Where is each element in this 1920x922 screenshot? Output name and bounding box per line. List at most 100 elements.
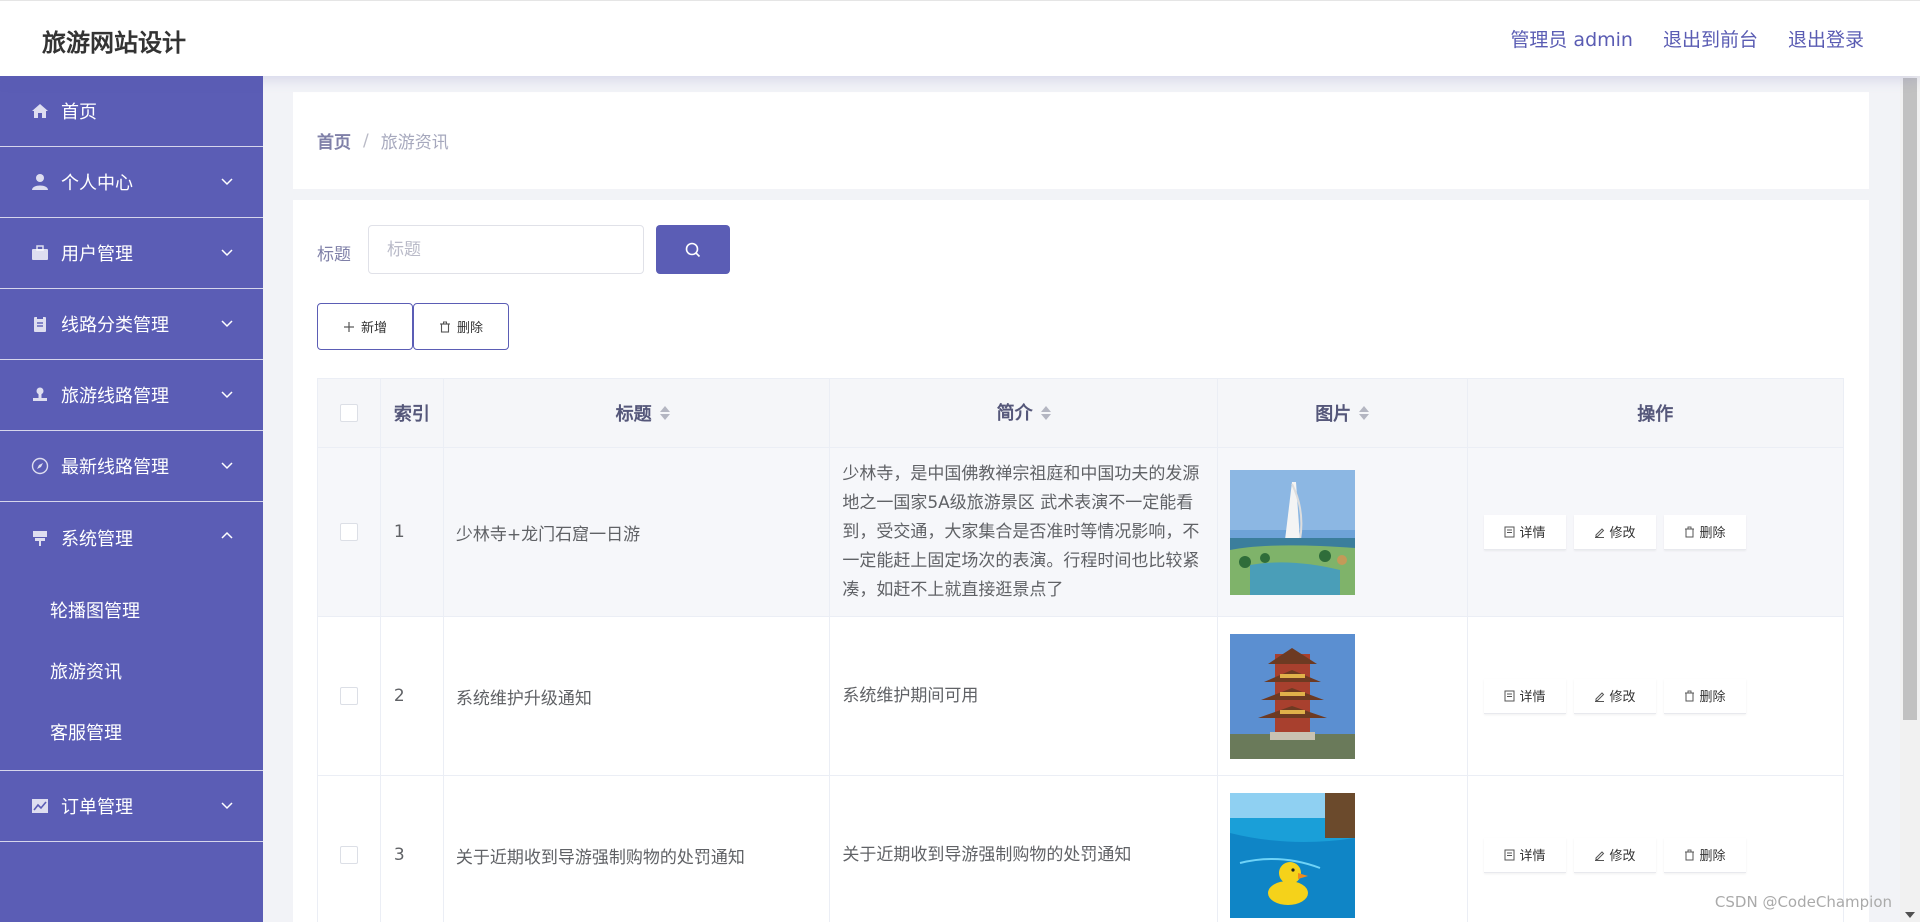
breadcrumb-separator: /	[363, 130, 369, 151]
search-label: 标题	[317, 245, 351, 265]
sort-icon[interactable]	[1359, 406, 1370, 420]
header-ops: 操作	[1637, 404, 1674, 425]
detail-button[interactable]: 详情	[1483, 678, 1566, 714]
table-header: 索引 标题 简介 图片 操作	[318, 379, 1843, 448]
page-scrollbar[interactable]	[1900, 76, 1920, 922]
row-title: 关于近期收到导游强制购物的处罚通知	[444, 776, 831, 922]
sidebar-item-order-management[interactable]: 订单管理	[0, 771, 263, 842]
table-row: 3 关于近期收到导游强制购物的处罚通知 关于近期收到导游强制购物的处罚通知 详情…	[318, 776, 1843, 922]
sidebar-subitem-customer-service[interactable]: 客服管理	[0, 701, 263, 762]
row-image-cell	[1218, 776, 1468, 922]
row-check-cell	[318, 617, 381, 775]
edit-button[interactable]: 修改	[1573, 678, 1656, 714]
thumbnail-image[interactable]	[1229, 469, 1355, 595]
sidebar-item-route-category[interactable]: 线路分类管理	[0, 289, 263, 360]
system-submenu: 轮播图管理 旅游资讯 客服管理	[0, 573, 263, 771]
sidebar-item-travel-route[interactable]: 旅游线路管理	[0, 360, 263, 431]
document-icon	[1504, 526, 1514, 537]
clipboard-icon	[30, 314, 50, 334]
search-button[interactable]	[656, 225, 730, 274]
news-table: 索引 标题 简介 图片 操作 1 少林寺+龙门石窟一日游 少林寺，是中国佛教禅宗…	[317, 378, 1844, 922]
row-desc: 关于近期收到导游强制购物的处罚通知	[830, 776, 1218, 922]
document-icon	[1504, 849, 1514, 860]
row-delete-button[interactable]: 删除	[1663, 514, 1746, 550]
sort-icon[interactable]	[1040, 406, 1051, 420]
scroll-down-arrow-icon[interactable]	[1905, 912, 1915, 918]
main-panel: 标题 新增 删除 索引 标题 简介 图片 操作	[293, 200, 1869, 922]
row-check-cell	[318, 448, 381, 616]
row-delete-button[interactable]: 删除	[1663, 837, 1746, 873]
header-desc[interactable]: 简介	[830, 379, 1218, 447]
header-title[interactable]: 标题	[444, 379, 831, 447]
add-button[interactable]: 新增	[317, 303, 413, 350]
sidebar-item-user-management[interactable]: 用户管理	[0, 218, 263, 289]
edit-icon	[1594, 691, 1604, 702]
app-title: 旅游网站设计	[42, 29, 186, 57]
row-desc: 系统维护期间可用	[830, 617, 1218, 775]
sidebar-item-home[interactable]: 首页	[0, 76, 263, 147]
select-all-checkbox[interactable]	[339, 404, 358, 422]
watermark: CSDN @CodeChampion	[1714, 893, 1892, 911]
edit-button[interactable]: 修改	[1573, 514, 1656, 550]
signpost-icon	[30, 528, 50, 548]
edit-button[interactable]: 修改	[1573, 837, 1656, 873]
select-all-cell	[318, 379, 381, 447]
detail-label: 详情	[1519, 849, 1546, 864]
row-ops: 详情 修改 删除	[1468, 448, 1844, 616]
row-index: 1	[381, 448, 444, 616]
trash-icon	[439, 321, 450, 333]
breadcrumb-current: 旅游资讯	[380, 133, 449, 153]
detail-label: 详情	[1519, 690, 1546, 705]
thumbnail-image[interactable]	[1229, 633, 1355, 759]
header-desc-label: 简介	[996, 402, 1033, 424]
sidebar-item-system-management[interactable]: 系统管理	[0, 502, 263, 573]
row-checkbox[interactable]	[339, 846, 358, 864]
add-button-label: 新增	[360, 321, 387, 336]
briefcase-icon	[30, 243, 50, 263]
compass-icon	[30, 456, 50, 476]
thumbnail-image[interactable]	[1229, 792, 1355, 918]
table-row: 2 系统维护升级通知 系统维护期间可用 详情 修改 删除	[318, 617, 1843, 776]
top-header: 旅游网站设计 管理员 admin 退出到前台 退出登录	[0, 0, 1920, 76]
exit-to-frontend-link[interactable]: 退出到前台	[1663, 25, 1758, 52]
top-links: 管理员 admin 退出到前台 退出登录	[1510, 25, 1864, 52]
table-row: 1 少林寺+龙门石窟一日游 少林寺，是中国佛教禅宗祖庭和中国功夫的发源地之一国家…	[318, 448, 1843, 617]
delete-button[interactable]: 删除	[413, 303, 509, 350]
breadcrumb: 首页 / 旅游资讯	[293, 92, 1869, 189]
row-image-cell	[1218, 617, 1468, 775]
search-input[interactable]	[368, 225, 644, 274]
detail-label: 详情	[1519, 526, 1546, 541]
header-image[interactable]: 图片	[1218, 379, 1468, 447]
user-icon	[30, 172, 50, 192]
row-checkbox[interactable]	[339, 523, 358, 541]
sidebar-item-personal-center[interactable]: 个人中心	[0, 147, 263, 218]
admin-user-link[interactable]: 管理员 admin	[1510, 25, 1633, 52]
chevron-down-icon	[221, 802, 233, 810]
scrollbar-thumb[interactable]	[1903, 78, 1917, 720]
logout-link[interactable]: 退出登录	[1788, 25, 1864, 52]
sidebar-subitem-carousel[interactable]: 轮播图管理	[0, 579, 263, 640]
delete-label: 删除	[1699, 526, 1726, 541]
detail-button[interactable]: 详情	[1483, 837, 1566, 873]
delete-label: 删除	[1699, 849, 1726, 864]
document-icon	[1504, 690, 1514, 701]
row-index: 3	[381, 776, 444, 922]
sidebar-subitem-travel-news[interactable]: 旅游资讯	[0, 640, 263, 701]
edit-label: 修改	[1609, 849, 1636, 864]
row-delete-button[interactable]: 删除	[1663, 678, 1746, 714]
detail-button[interactable]: 详情	[1483, 514, 1566, 550]
edit-icon	[1594, 527, 1604, 538]
row-checkbox[interactable]	[339, 687, 358, 705]
sidebar-item-latest-route[interactable]: 最新线路管理	[0, 431, 263, 502]
stamp-icon	[30, 385, 50, 405]
chart-icon	[30, 796, 50, 816]
delete-label: 删除	[1699, 690, 1726, 705]
sidebar-item-label: 系统管理	[61, 528, 133, 550]
breadcrumb-home[interactable]: 首页	[317, 128, 351, 153]
chevron-down-icon	[221, 391, 233, 399]
row-ops: 详情 修改 删除	[1468, 617, 1844, 775]
sort-icon[interactable]	[659, 406, 670, 420]
chevron-down-icon	[221, 320, 233, 328]
row-desc: 少林寺，是中国佛教禅宗祖庭和中国功夫的发源地之一国家5A级旅游景区 武术表演不一…	[830, 448, 1218, 616]
edit-label: 修改	[1609, 690, 1636, 705]
